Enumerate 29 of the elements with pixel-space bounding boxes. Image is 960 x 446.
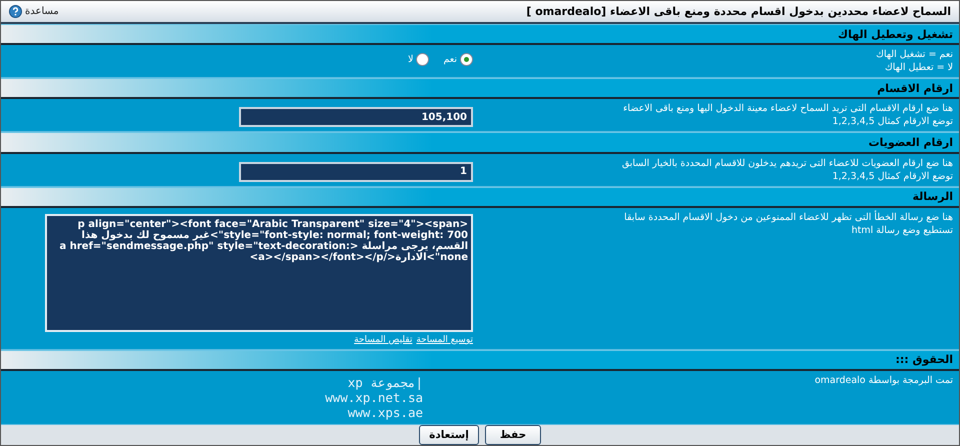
credit-line: www.xp.net.sa xyxy=(325,390,423,405)
description-text: توضع الارقام كمثال 1,2,3,4,5 xyxy=(831,170,953,182)
description-text: تستطيع وضع رسالة html xyxy=(850,224,953,236)
credit-line: www.xps.ae xyxy=(346,405,423,420)
description-text: هنا ضع رسالة الخطأ التى تظهر للاعضاء الممنوعين من دخول الاقسام المحددة سابقا xyxy=(623,212,953,223)
form-button[interactable]: إستعادة xyxy=(419,425,479,445)
help-link[interactable]: مساعدة xyxy=(9,5,59,18)
radio-label: نعم xyxy=(443,54,457,66)
credit-line: |مجموعة xp xyxy=(346,375,423,390)
form-button[interactable]: حفظ xyxy=(485,425,541,445)
section-header: الحقوق ::: xyxy=(1,350,959,371)
description-text: هنا ضع ارقام الاقسام التى تريد السماح لاعضاء معينة الدخول اليها ومنع باقى الاعضاء xyxy=(622,103,953,114)
description-text: تمت البرمجة بواسطة omardealo xyxy=(814,375,953,386)
radio-button[interactable] xyxy=(416,53,430,66)
input-field[interactable]: 105,100 xyxy=(239,107,473,128)
radio-button[interactable] xyxy=(460,53,473,66)
description-text: لا = تعطيل الهاك xyxy=(884,62,953,74)
help-icon xyxy=(9,5,22,18)
input-field[interactable]: 1 xyxy=(239,162,473,182)
radio-label: لا xyxy=(408,54,414,66)
description-text: هنا ضع ارقام العضويات للاعضاء التى تريدهم يدخلون للاقسام المحددة بالخيار السابق xyxy=(620,158,953,169)
window-title: السماح لاعضاء محددين بدخول اقسام محددة ومنع باقى الاعضاء [omardealo ] xyxy=(526,5,951,18)
section-header: ارقام العضويات xyxy=(1,132,959,154)
message-field[interactable]: <p align="center"><font face="Arabic Transparent" size="4"><span style="font-style: normal; font-weight: 700">غير مسموح لك بدخول هذا القسم، يرجى مراسلة <a href="sendmessage.php" style="text-decoration: none">الادارة</a></span></font></p> xyxy=(45,214,473,332)
description-text: نعم = تشغيل الهاك xyxy=(875,49,953,60)
section-header: الرسالة xyxy=(1,186,959,208)
section-header: تشغيل وتعطيل الهاك xyxy=(1,24,959,46)
section-header: ارقام الاقسام xyxy=(1,78,959,100)
description-text: توضع الارقام كمثال 1,2,3,4,5 xyxy=(831,116,953,128)
